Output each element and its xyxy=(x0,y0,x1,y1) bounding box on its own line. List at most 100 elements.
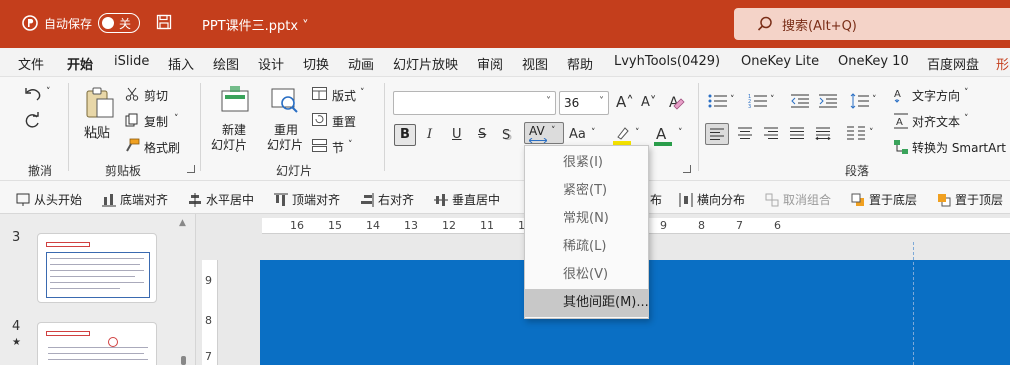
menu-item-tight[interactable]: 紧密(T) xyxy=(525,177,648,205)
align-right-button[interactable]: 右对齐 xyxy=(360,191,414,208)
tab-baidu-netdisk[interactable]: 百度网盘 xyxy=(927,54,979,73)
tab-insert[interactable]: 插入 xyxy=(168,54,194,73)
decrease-indent-icon[interactable] xyxy=(790,93,810,109)
tab-home[interactable]: 开始 xyxy=(67,54,94,79)
change-case-dropdown-icon[interactable]: ˅ xyxy=(591,128,596,138)
font-color-dropdown-icon[interactable]: ˅ xyxy=(678,128,683,138)
tab-file[interactable]: 文件 xyxy=(18,54,44,73)
tab-draw[interactable]: 绘图 xyxy=(213,54,239,73)
tab-animations[interactable]: 动画 xyxy=(348,54,374,73)
line-spacing-dropdown-icon[interactable]: ˅ xyxy=(872,95,877,105)
bullets-dropdown-icon[interactable]: ˅ xyxy=(730,95,735,105)
layout-dropdown-icon[interactable]: ˅ xyxy=(360,88,365,98)
slide-thumbnail-4[interactable] xyxy=(37,322,157,365)
shadow-icon[interactable]: S S xyxy=(501,127,517,143)
paste-dropdown-icon[interactable]: ˅ xyxy=(95,137,100,147)
columns-dropdown-icon[interactable]: ˅ xyxy=(869,128,874,138)
menu-item-loose[interactable]: 稀疏(L) xyxy=(525,233,648,261)
copy-button[interactable]: 复制 xyxy=(144,113,168,130)
highlight-dropdown-icon[interactable]: ˅ xyxy=(635,128,640,138)
reuse-slide-label-2[interactable]: 幻灯片 xyxy=(267,136,303,153)
tab-review[interactable]: 审阅 xyxy=(477,54,503,73)
ungroup-button[interactable]: 取消组合 xyxy=(765,191,831,208)
clear-formatting-icon[interactable]: A xyxy=(668,93,686,111)
paste-icon[interactable] xyxy=(83,85,115,119)
bring-to-front-button[interactable]: 置于顶层 xyxy=(937,191,1003,208)
italic-button[interactable]: I xyxy=(427,127,432,142)
cut-button[interactable]: 剪切 xyxy=(144,87,168,104)
new-slide-icon[interactable] xyxy=(220,85,250,113)
tab-onekey-lite[interactable]: OneKey Lite xyxy=(741,54,819,69)
document-title[interactable]: PPT课件三.pptx ˅ xyxy=(202,15,309,34)
distributed-icon[interactable] xyxy=(815,126,831,140)
from-beginning-button[interactable]: 从头开始 xyxy=(16,191,82,208)
tab-onekey-10[interactable]: OneKey 10 xyxy=(838,54,909,69)
font-color-icon[interactable]: A xyxy=(653,124,673,146)
tab-lvyhtools[interactable]: LvyhTools(0429) xyxy=(614,54,720,69)
strikethrough-button[interactable]: S xyxy=(478,127,486,142)
align-top-button[interactable]: 顶端对齐 xyxy=(274,191,340,208)
tab-transitions[interactable]: 切换 xyxy=(303,54,329,73)
reuse-slide-icon[interactable] xyxy=(270,85,300,115)
menu-item-very-loose[interactable]: 很松(V) xyxy=(525,261,648,289)
font-size-combobox[interactable]: 36 ˅ xyxy=(559,91,609,115)
distribute-partial-button[interactable]: 布 xyxy=(650,191,662,208)
menu-item-normal[interactable]: 常规(N) xyxy=(525,205,648,233)
align-right-icon[interactable] xyxy=(763,126,779,140)
grow-font-icon[interactable]: A˄ xyxy=(616,93,634,111)
redo-icon[interactable] xyxy=(22,111,42,131)
format-painter-button[interactable]: 格式刷 xyxy=(144,139,180,156)
section-dropdown-icon[interactable]: ˅ xyxy=(348,140,353,150)
underline-button[interactable]: U xyxy=(452,127,462,142)
font-name-dropdown-icon[interactable]: ˅ xyxy=(546,96,551,107)
shrink-font-icon[interactable]: A˅ xyxy=(641,95,656,110)
section-button[interactable]: 节 xyxy=(332,139,344,156)
search-box[interactable]: 搜索(Alt+Q) xyxy=(734,8,1010,40)
slide-thumbnail-3[interactable] xyxy=(37,233,157,303)
tab-help[interactable]: 帮助 xyxy=(567,54,593,73)
align-center-icon[interactable] xyxy=(737,126,753,140)
tab-islide[interactable]: iSlide xyxy=(114,54,149,69)
scroll-up-icon[interactable]: ▲ xyxy=(179,218,186,228)
send-to-back-button[interactable]: 置于底层 xyxy=(851,191,917,208)
tab-slideshow[interactable]: 幻灯片放映 xyxy=(393,54,458,73)
tab-view[interactable]: 视图 xyxy=(522,54,548,73)
clipboard-launcher-icon[interactable] xyxy=(187,165,195,173)
tab-shape-format[interactable]: 形 xyxy=(996,54,1009,73)
save-icon[interactable] xyxy=(156,14,172,30)
align-text-button[interactable]: 对齐文本 xyxy=(912,113,960,130)
bold-button[interactable]: B xyxy=(394,124,416,146)
autosave-control[interactable]: 自动保存 关 xyxy=(22,13,141,33)
character-spacing-button[interactable]: AV ˅ xyxy=(524,122,564,144)
new-slide-label-2[interactable]: 幻灯片 xyxy=(211,136,247,153)
scrollbar-thumb[interactable] xyxy=(181,356,186,365)
align-text-dropdown-icon[interactable]: ˅ xyxy=(964,114,969,124)
align-vcenter-button[interactable]: 垂直居中 xyxy=(434,191,500,208)
reset-button[interactable]: 重置 xyxy=(332,113,356,130)
align-bottom-button[interactable]: 底端对齐 xyxy=(102,191,168,208)
undo-dropdown-icon[interactable]: ˅ xyxy=(46,87,51,97)
autosave-toggle[interactable]: 关 xyxy=(98,13,141,33)
bullets-icon[interactable] xyxy=(708,93,728,109)
font-size-dropdown-icon[interactable]: ˅ xyxy=(599,96,604,107)
layout-button[interactable]: 版式 xyxy=(332,87,356,104)
smartart-button[interactable]: 转换为 SmartArt xyxy=(912,139,1006,156)
menu-item-more-spacing[interactable]: 其他间距(M)... xyxy=(525,289,649,317)
font-launcher-icon[interactable] xyxy=(683,165,691,173)
columns-icon[interactable] xyxy=(846,125,866,141)
font-name-combobox[interactable]: ˅ xyxy=(393,91,556,115)
distribute-h-button[interactable]: 横向分布 xyxy=(679,191,745,208)
line-spacing-icon[interactable] xyxy=(850,93,870,109)
text-direction-dropdown-icon[interactable]: ˅ xyxy=(964,88,969,98)
align-hcenter-button[interactable]: 水平居中 xyxy=(188,191,254,208)
new-slide-dropdown-icon[interactable]: ˅ xyxy=(235,150,240,160)
align-left-button[interactable] xyxy=(705,123,729,145)
highlight-icon[interactable] xyxy=(612,125,632,145)
increase-indent-icon[interactable] xyxy=(818,93,838,109)
copy-dropdown-icon[interactable]: ˅ xyxy=(174,114,179,124)
numbering-dropdown-icon[interactable]: ˅ xyxy=(770,95,775,105)
undo-icon[interactable] xyxy=(22,85,44,103)
tab-design[interactable]: 设计 xyxy=(258,54,284,73)
menu-item-very-tight[interactable]: 很紧(I) xyxy=(525,149,648,177)
text-direction-button[interactable]: 文字方向 xyxy=(912,87,960,104)
